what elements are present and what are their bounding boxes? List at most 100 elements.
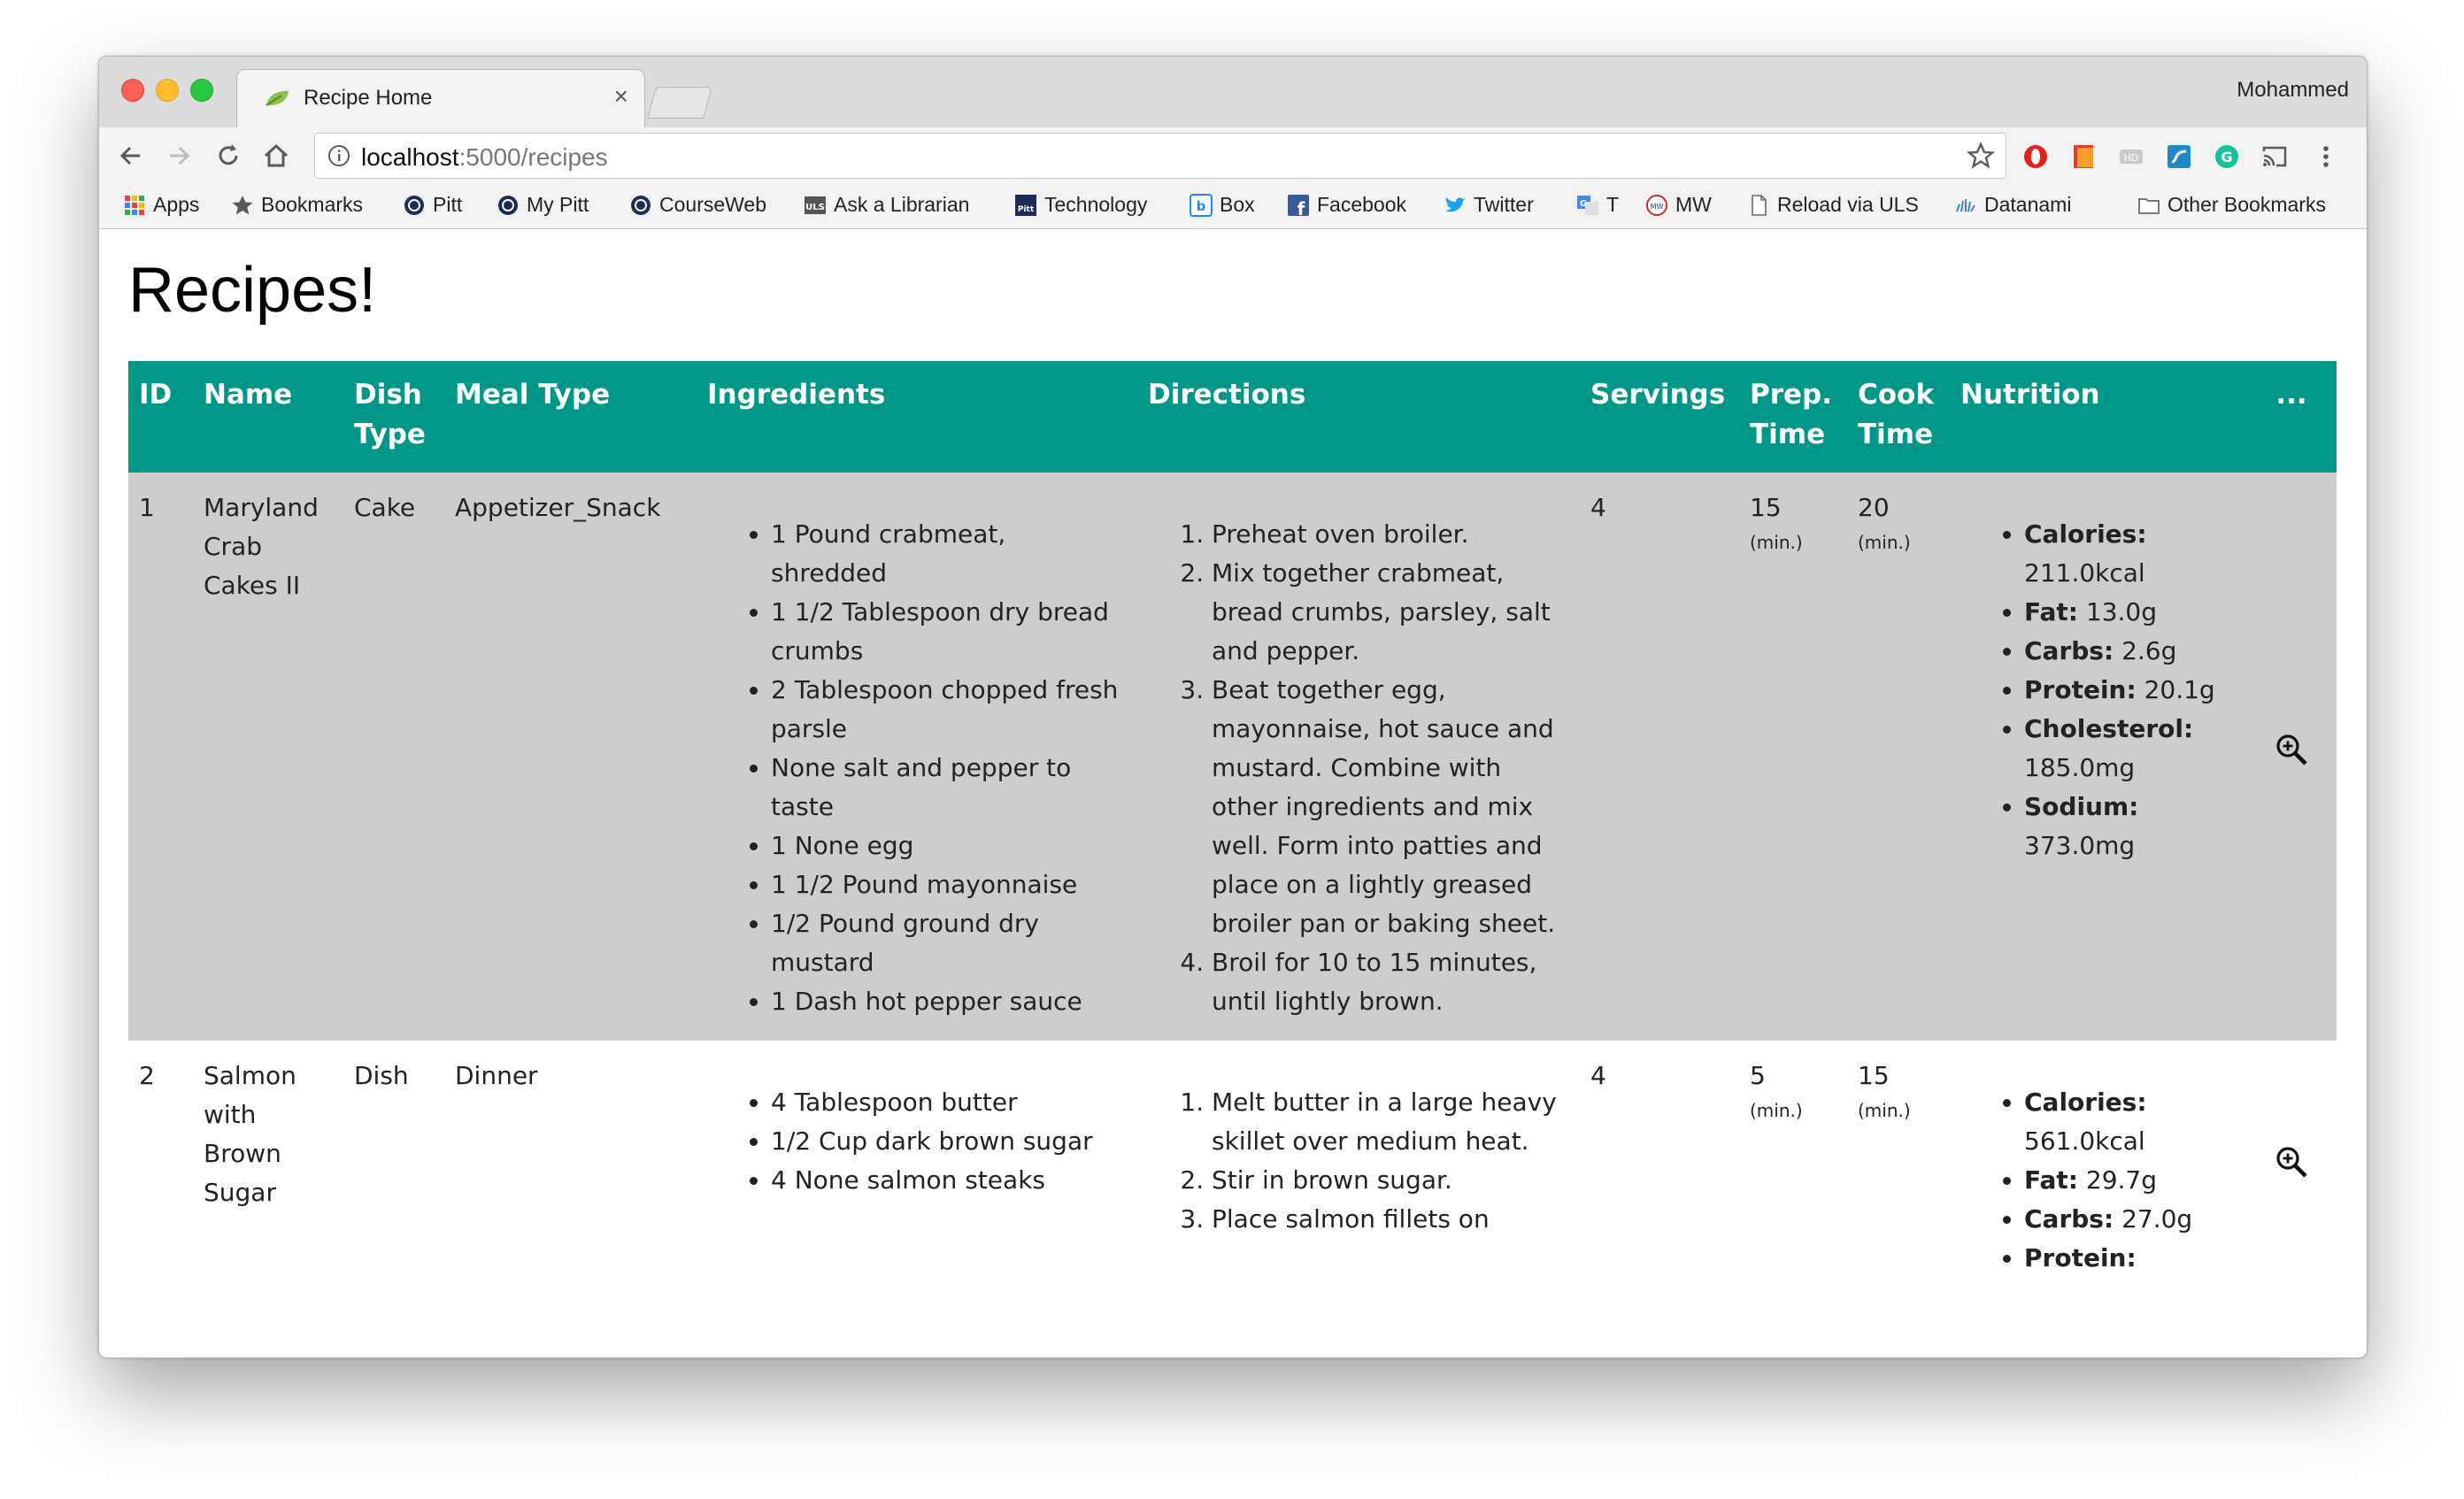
profile-name[interactable]: Mohammed: [2237, 78, 2349, 103]
grammarly-icon[interactable]: G: [2213, 142, 2241, 171]
cell-dish-type: Dish: [343, 1041, 444, 1297]
reload-icon[interactable]: [212, 140, 244, 172]
prep-time-value: 15: [1750, 493, 1782, 522]
minimize-window-button[interactable]: [156, 79, 179, 102]
opera-vpn-icon[interactable]: [2021, 142, 2050, 171]
datanami-icon: [1956, 198, 1975, 211]
cell-dish-type: Cake: [343, 473, 444, 1041]
header-dish-type[interactable]: Dish Type: [343, 361, 444, 473]
bookmark-star-icon[interactable]: [1967, 142, 1995, 170]
svg-text:f: f: [1297, 198, 1305, 217]
zoom-in-icon[interactable]: [2274, 732, 2309, 767]
cell-servings: 4: [1580, 1041, 1739, 1297]
cell-cook-time: 20 (min.): [1847, 473, 1950, 1041]
cook-time-value: 15: [1858, 1061, 1890, 1090]
bookmark-pitt[interactable]: Pitt: [403, 193, 462, 217]
bookmark-label: Box: [1220, 193, 1255, 216]
new-tab-button[interactable]: [647, 87, 712, 119]
close-window-button[interactable]: [121, 79, 144, 102]
header-more[interactable]: ...: [2246, 361, 2337, 473]
header-prep-time[interactable]: Prep. Time: [1739, 361, 1847, 473]
header-ingredients[interactable]: Ingredients: [697, 361, 1137, 473]
bookmark-other-bookmarks[interactable]: Other Bookmarks: [2137, 193, 2326, 217]
nutrition-fat: Fat: 13.0g: [2024, 593, 2236, 632]
ingredients-list: 4 Tablespoon butter 1/2 Cup dark brown s…: [707, 1083, 1127, 1200]
time-unit: (min.): [1858, 532, 1911, 553]
time-unit: (min.): [1858, 1100, 1911, 1121]
ingredient-item: None salt and pepper to taste: [771, 749, 1127, 826]
header-meal-type[interactable]: Meal Type: [444, 361, 697, 473]
home-icon[interactable]: [260, 140, 292, 172]
table-row[interactable]: 2 Salmon with Brown Sugar Dish Dinner 4 …: [128, 1041, 2337, 1297]
header-cook-time[interactable]: Cook Time: [1847, 361, 1950, 473]
direction-step: Beat together egg, mayonnaise, hot sauce…: [1212, 671, 1569, 943]
ingredient-item: 1 None egg: [771, 826, 1127, 865]
header-name[interactable]: Name: [193, 361, 343, 473]
bookmark-twitter[interactable]: Twitter: [1444, 193, 1534, 217]
header-nutrition[interactable]: Nutrition: [1950, 361, 2246, 473]
table-row[interactable]: 1 Maryland Crab Cakes II Cake Appetizer_…: [128, 473, 2337, 1041]
cell-details: [2246, 473, 2337, 1041]
nutrition-calories: Calories: 211.0kcal: [2024, 515, 2236, 593]
svg-text:ULS: ULS: [805, 203, 825, 212]
bookmark-technology[interactable]: Pitt Technology: [1014, 193, 1147, 217]
bookmark-bookmarks[interactable]: Bookmarks: [231, 193, 363, 217]
box-icon: b: [1190, 193, 1213, 217]
merriam-webster-icon: MW: [1646, 194, 1667, 216]
tab-close-icon[interactable]: ×: [614, 82, 628, 111]
nutrition-sodium: Sodium: 373.0mg: [2024, 788, 2236, 865]
nutrition-list: Calories: 211.0kcal Fat: 13.0g Carbs: 2.…: [1960, 515, 2236, 865]
ingredient-item: 4 Tablespoon butter: [771, 1083, 1127, 1122]
bookmark-reload-via-uls[interactable]: Reload via ULS: [1747, 193, 1919, 217]
bookmark-datanami[interactable]: Datanami: [1954, 193, 2071, 217]
nutrition-calories: Calories: 561.0kcal: [2024, 1083, 2236, 1161]
translate-icon: G: [1577, 195, 1598, 215]
twitter-icon: [1445, 196, 1466, 211]
bookmark-ask-a-librarian[interactable]: ULS Ask a Librarian: [804, 193, 969, 217]
skitch-icon[interactable]: [2165, 142, 2193, 171]
header-servings[interactable]: Servings: [1580, 361, 1739, 473]
bookmark-ext-icon[interactable]: [2069, 142, 2098, 171]
info-icon[interactable]: [327, 144, 350, 167]
cell-details: [2246, 1041, 2337, 1297]
bookmark-translate[interactable]: G T: [1576, 193, 1619, 217]
bookmarks-bar: Apps Bookmarks Pitt My Pitt CourseWeb UL…: [99, 182, 2367, 229]
bookmark-my-pitt[interactable]: My Pitt: [497, 193, 589, 217]
forward-icon[interactable]: [163, 140, 195, 172]
directions-list: Melt butter in a large heavy skillet ove…: [1148, 1083, 1569, 1239]
bookmark-label: Ask a Librarian: [834, 193, 970, 216]
bookmark-label: Other Bookmarks: [2168, 193, 2326, 216]
folder-icon: [2138, 197, 2160, 214]
hd-icon[interactable]: HD: [2117, 142, 2145, 171]
bookmark-facebook[interactable]: f Facebook: [1287, 193, 1406, 217]
star-icon: [232, 195, 253, 214]
page-icon: [1752, 194, 1767, 216]
ingredients-list: 1 Pound crabmeat, shredded 1 1/2 Tablesp…: [707, 515, 1127, 1021]
maximize-window-button[interactable]: [190, 79, 213, 102]
cell-name: Salmon with Brown Sugar: [193, 1041, 343, 1297]
ingredient-item: 1 Dash hot pepper sauce: [771, 982, 1127, 1021]
pitt-seal-icon: [631, 195, 651, 215]
cell-prep-time: 5 (min.): [1739, 1041, 1847, 1297]
bookmark-mw[interactable]: MW MW: [1645, 193, 1712, 217]
header-id[interactable]: ID: [128, 361, 193, 473]
bookmark-box[interactable]: b Box: [1190, 193, 1255, 217]
bookmark-apps[interactable]: Apps: [123, 193, 199, 217]
menu-dots-icon[interactable]: [2312, 142, 2340, 171]
address-bar[interactable]: localhost:5000/recipes: [314, 133, 2006, 179]
browser-window: Recipe Home × Mohammed localhost:5000/re…: [98, 56, 2368, 1358]
svg-text:G: G: [2221, 149, 2232, 165]
zoom-in-icon[interactable]: [2274, 1144, 2309, 1180]
cast-icon[interactable]: [2260, 142, 2289, 171]
bookmark-label: T: [1606, 193, 1620, 216]
bookmark-courseweb[interactable]: CourseWeb: [629, 193, 766, 217]
cell-nutrition: Calories: 211.0kcal Fat: 13.0g Carbs: 2.…: [1950, 473, 2246, 1041]
header-directions[interactable]: Directions: [1137, 361, 1580, 473]
cell-id: 1: [128, 473, 193, 1041]
tab-recipe-home[interactable]: Recipe Home ×: [236, 69, 645, 128]
back-icon[interactable]: [115, 140, 147, 172]
svg-text:Pitt: Pitt: [1018, 205, 1035, 214]
cell-directions: Preheat oven broiler. Mix together crabm…: [1137, 473, 1580, 1041]
cook-time-value: 20: [1858, 493, 1890, 522]
bookmark-label: Bookmarks: [261, 193, 364, 216]
